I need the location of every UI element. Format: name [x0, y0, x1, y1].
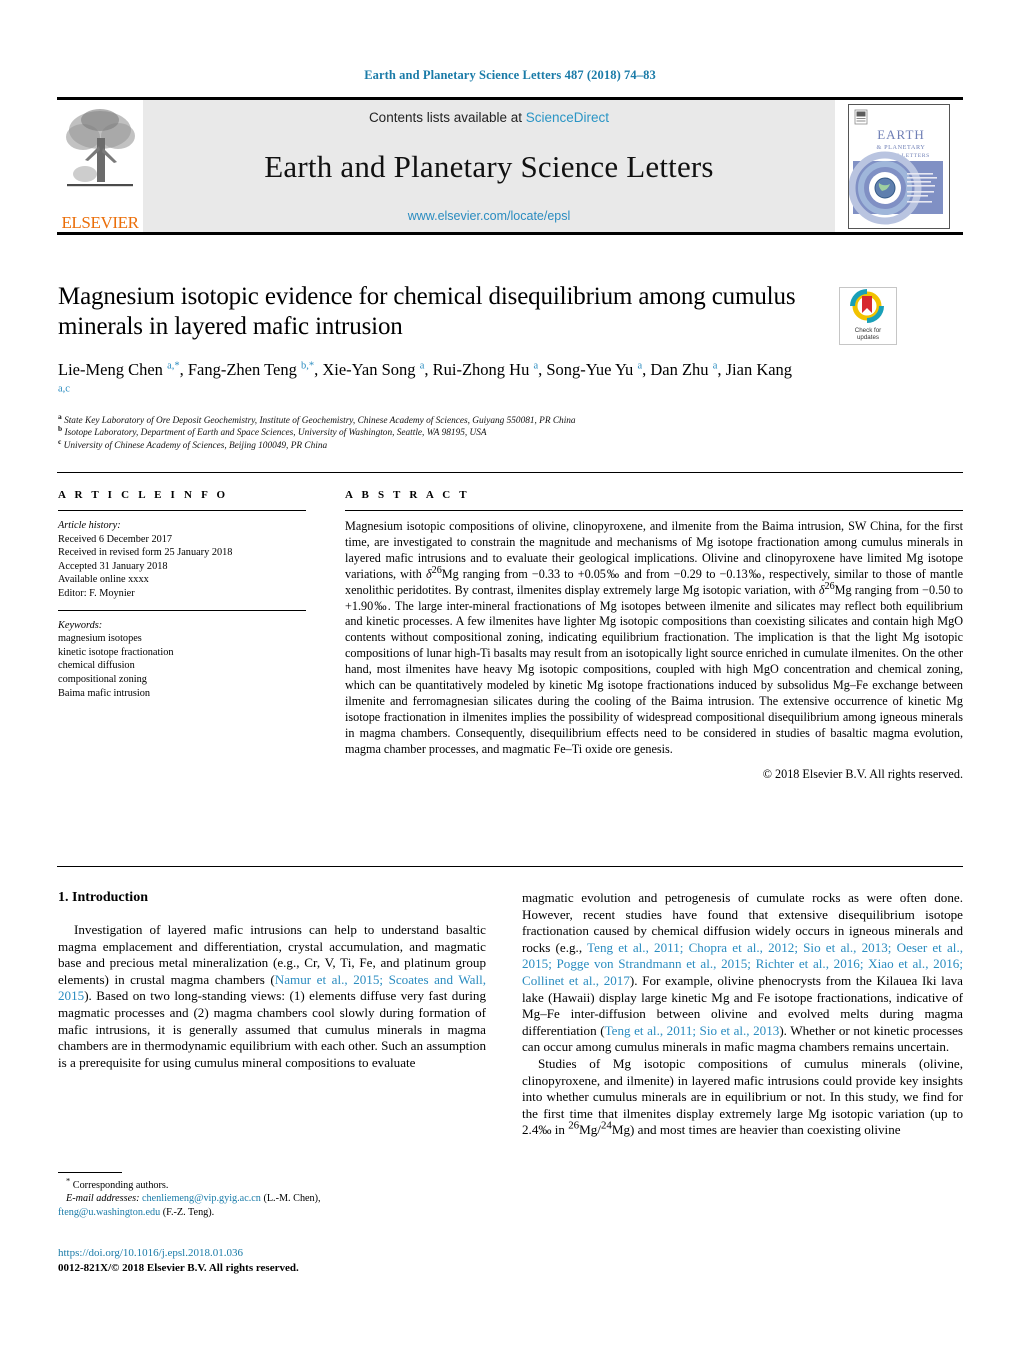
footnote-corresponding-line: * Corresponding authors.: [66, 1175, 169, 1191]
body-left-column: 1. Introduction Investigation of layered…: [58, 890, 486, 1071]
history-accepted: Accepted 31 January 2018: [58, 560, 168, 572]
history-online: Available online xxxx: [58, 574, 149, 586]
section-heading-introduction: 1. Introduction: [58, 890, 148, 905]
abstract-rule: [345, 510, 963, 511]
affiliation-list: a State Key Laboratory of Ore Deposit Ge…: [58, 411, 798, 452]
affiliation-mark-b: b: [58, 424, 63, 434]
corresponding-author-footnote: * Corresponding authors. E-mail addresse…: [58, 1172, 486, 1219]
elsevier-wordmark: ELSEVIER: [61, 213, 139, 232]
crossmark-label: Check for updates: [854, 327, 882, 341]
divider-above-body: [57, 866, 963, 867]
email-addresses-label: E-mail addresses:: [66, 1193, 140, 1205]
journal-masthead: ELSEVIER Contents lists available at Sci…: [57, 97, 963, 235]
affiliation-a: a State Key Laboratory of Ore Deposit Ge…: [58, 411, 576, 426]
issn-copyright-line: 0012-821X/© 2018 Elsevier B.V. All right…: [58, 1261, 299, 1274]
article-info-rule: [58, 510, 306, 511]
article-info-heading: A R T I C L E I N F O: [58, 489, 229, 501]
history-editor: Editor: F. Moynier: [58, 587, 135, 599]
author-list: Lie-Meng Chen a,*, Fang-Zhen Teng b,*, X…: [58, 360, 793, 395]
running-head: Earth and Planetary Science Letters 487 …: [364, 68, 656, 82]
intro-paragraph-left: Investigation of layered mafic intrusion…: [58, 922, 487, 1070]
email-link-1[interactable]: chenliemeng@vip.gyig.ac.cn: [142, 1193, 261, 1204]
keyword-item: magnesium isotopes: [58, 633, 142, 645]
asterisk-mark: *: [66, 1175, 71, 1186]
contents-available-line: Contents lists available at ScienceDirec…: [369, 110, 609, 125]
article-history-label: Article history:: [58, 520, 121, 531]
email-link-2[interactable]: fteng@u.washington.edu: [58, 1207, 160, 1218]
footnote-rule: [58, 1172, 122, 1173]
intro-paragraph-right-2: Studies of Mg isotopic compositions of c…: [522, 1055, 963, 1138]
keyword-item: compositional zoning: [58, 673, 147, 685]
article-info-column: A R T I C L E I N F O Article history: R…: [58, 489, 306, 700]
keyword-item: kinetic isotope fractionation: [58, 646, 174, 658]
abstract-column: A B S T R A C T Magnesium isotopic compo…: [345, 489, 963, 782]
history-revised: Received in revised form 25 January 2018: [58, 547, 233, 559]
svg-text:& PLANETARY: & PLANETARY: [877, 144, 926, 151]
article-title: Magnesium isotopic evidence for chemical…: [58, 283, 796, 340]
keywords-rule: [58, 609, 306, 611]
keyword-item: Baima mafic intrusion: [58, 687, 151, 699]
elsevier-logo: ELSEVIER: [57, 100, 143, 232]
journal-article-page: Earth and Planetary Science Letters 487 …: [0, 0, 1020, 1351]
contents-prefix: Contents lists available at: [368, 110, 526, 125]
svg-text:EARTH: EARTH: [877, 127, 925, 142]
affiliation-b: b Isotope Laboratory, Department of Eart…: [58, 424, 487, 439]
email-owner-2: (F.-Z. Teng).: [162, 1206, 215, 1218]
footnote-email-line: E-mail addresses: chenliemeng@vip.gyig.a…: [58, 1192, 486, 1205]
cover-artwork: EARTH & PLANETARY SCIENCE LETTERS: [849, 104, 947, 226]
divider-above-abstract: [57, 472, 963, 473]
journal-cover-container: EARTH & PLANETARY SCIENCE LETTERS: [835, 100, 963, 232]
intro-paragraph-right-1: magmatic evolution and petrogenesis of c…: [522, 890, 963, 1055]
footnote-text: * Corresponding authors. E-mail addresse…: [58, 1175, 486, 1219]
journal-title: Earth and Planetary Science Letters: [264, 149, 714, 184]
imprint-block: https://doi.org/10.1016/j.epsl.2018.01.0…: [58, 1246, 486, 1275]
keyword-item: chemical diffusion: [58, 660, 135, 672]
sciencedirect-link[interactable]: ScienceDirect: [526, 110, 609, 125]
affiliation-mark-c: c: [58, 436, 62, 446]
abstract-text: Magnesium isotopic compositions of olivi…: [345, 519, 963, 756]
affiliation-c: c University of Chinese Academy of Scien…: [58, 436, 328, 451]
journal-band: Contents lists available at ScienceDirec…: [143, 100, 835, 232]
doi-link[interactable]: https://doi.org/10.1016/j.epsl.2018.01.0…: [58, 1246, 486, 1261]
crossmark-badge[interactable]: Check for updates: [839, 287, 897, 345]
elsevier-tree-icon: [66, 109, 135, 187]
body-right-column: magmatic evolution and petrogenesis of c…: [522, 890, 963, 1139]
affiliation-mark-a: a: [58, 411, 62, 421]
abstract-heading: A B S T R A C T: [345, 489, 470, 501]
journal-url-link[interactable]: www.elsevier.com/locate/epsl: [408, 209, 571, 223]
crossmark-icon: [850, 289, 884, 323]
history-received: Received 6 December 2017: [58, 533, 173, 545]
article-title-block: Magnesium isotopic evidence for chemical…: [58, 282, 798, 452]
abstract-rights-line: © 2018 Elsevier B.V. All rights reserved…: [762, 766, 963, 781]
footnote-email-line-2: fteng@u.washington.edu (F.-Z. Teng).: [58, 1207, 214, 1218]
keywords-label: Keywords:: [58, 619, 103, 631]
journal-cover-thumbnail: EARTH & PLANETARY SCIENCE LETTERS: [848, 103, 950, 229]
email-owner-1: (L.-M. Chen),: [263, 1193, 321, 1205]
